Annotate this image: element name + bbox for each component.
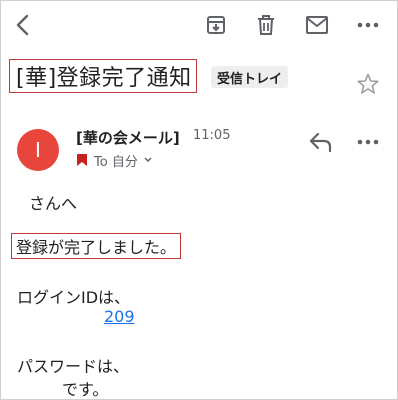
email-time: 11:05 <box>193 128 231 143</box>
sender-avatar[interactable]: I <box>17 129 59 171</box>
mail-icon <box>306 16 328 34</box>
mark-unread-button[interactable] <box>302 10 332 40</box>
registration-message: 登録が完了しました。 <box>11 233 182 259</box>
recipient-text: To 自分 <box>94 154 138 170</box>
more-horizontal-icon <box>357 139 379 145</box>
arrow-left-icon <box>16 14 29 36</box>
star-icon <box>357 73 379 94</box>
archive-icon <box>207 16 225 34</box>
greeting-text: さんへ <box>29 194 78 213</box>
trash-icon <box>258 15 274 35</box>
label-tag-icon <box>77 154 87 166</box>
password-label: パスワードは、 <box>17 357 130 376</box>
back-button[interactable] <box>8 10 38 40</box>
sender-name: [華の会メール] <box>76 129 180 147</box>
archive-button[interactable] <box>201 10 231 40</box>
delete-button[interactable] <box>251 10 281 40</box>
login-id-label: ログインIDは、 <box>17 288 131 307</box>
message-more-button[interactable] <box>354 134 382 148</box>
more-options-button[interactable] <box>353 10 383 40</box>
login-id-link[interactable]: 209 <box>104 307 135 326</box>
email-subject: [華]登録完了通知 <box>9 59 197 93</box>
star-button[interactable] <box>356 72 380 96</box>
reply-icon <box>309 132 332 153</box>
password-suffix: です。 <box>62 380 109 399</box>
inbox-label-chip[interactable]: 受信トレイ <box>211 66 289 88</box>
recipient-details-toggle[interactable]: To 自分 <box>76 151 153 170</box>
chevron-down-icon <box>144 157 152 163</box>
top-toolbar <box>0 0 398 52</box>
more-horizontal-icon <box>357 22 379 28</box>
reply-button[interactable] <box>308 130 336 154</box>
